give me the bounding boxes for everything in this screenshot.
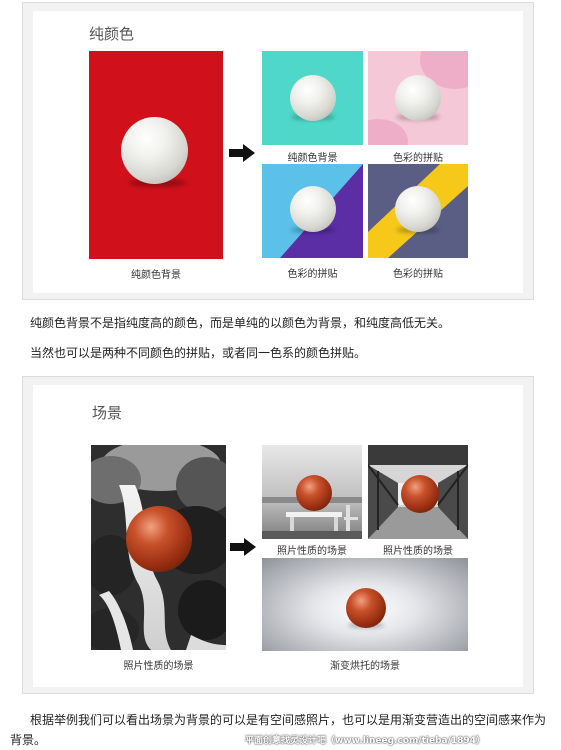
red-sphere [126,506,192,572]
white-sphere [290,75,336,121]
table-scene-photo [262,445,362,539]
pink-collage-tile [368,51,468,145]
caption-solid-background: 纯颜色背景 [131,270,181,281]
caption-waterfall-scene: 照片性质的场景 [123,661,194,672]
white-sphere [395,75,441,121]
white-sphere [121,117,188,184]
site-watermark: 平面创意找灵设计吧（www.lineeg.com/tieba/1894） [245,736,485,746]
slate-yellow-collage-tile [368,164,468,258]
teal-background-tile [262,51,363,145]
caption-slate-yellow-tile: 色彩的拼贴 [393,269,443,280]
bridge-scene-photo [368,445,468,539]
caption-table-scene: 照片性质的场景 [277,546,347,557]
caption-teal-tile: 纯颜色背景 [287,153,338,164]
caption-pink-tile: 色彩的拼贴 [393,153,443,164]
red-sphere [346,588,386,628]
section-title-solid-color: 纯颜色 [89,25,135,43]
caption-bridge-scene: 照片性质的场景 [383,546,453,557]
paragraph-color-collage: 当然也可以是两种不同颜色的拼贴，或者同一色系的颜色拼贴。 [30,346,367,360]
caption-gradient-scene: 渐变烘托的场景 [330,661,400,672]
gradient-scene-panel [262,558,468,651]
pink-blob-bottom [368,119,408,145]
red-sphere [401,475,439,513]
blue-purple-collage-tile [262,164,363,258]
waterfall-scene-photo [91,445,226,650]
red-sphere [296,475,332,511]
arrow-right-icon [230,538,256,556]
paragraph-solid-color-explanation: 纯颜色背景不是指纯度高的颜色，而是单纯的以颜色为背景，和纯度高低无关。 [30,316,451,330]
caption-blue-purple-tile: 色彩的拼贴 [287,269,338,280]
section-title-scene: 场景 [92,404,123,422]
white-sphere [290,186,336,232]
arrow-right-icon [229,144,255,162]
white-sphere [395,186,441,232]
red-background-panel [89,51,223,259]
